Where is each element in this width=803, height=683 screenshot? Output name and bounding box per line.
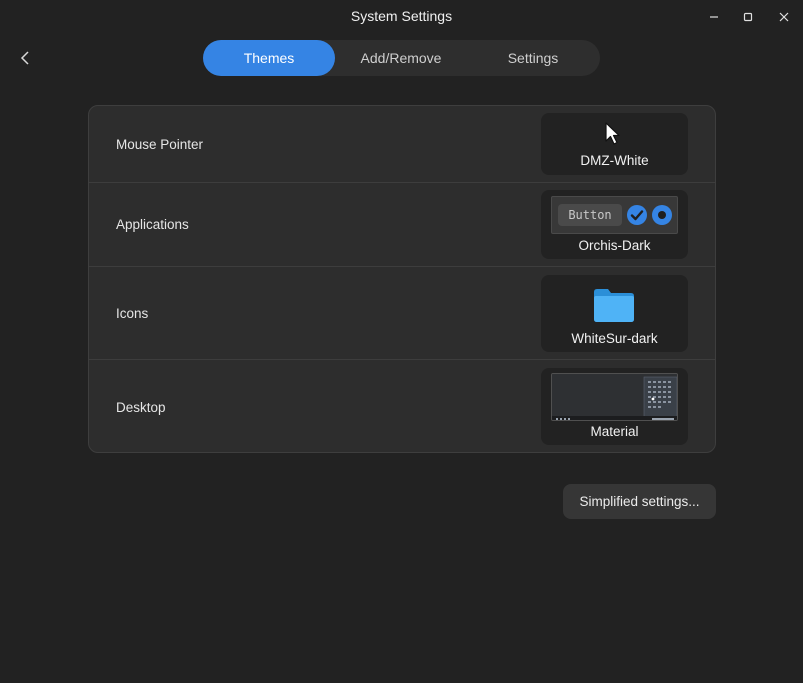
preview-button: Button xyxy=(558,204,622,226)
maximize-icon xyxy=(743,12,753,22)
window-title: System Settings xyxy=(350,8,453,24)
desktop-theme-name: Material xyxy=(590,424,639,439)
minimize-icon xyxy=(710,16,718,18)
desktop-theme-chooser[interactable]: Material xyxy=(541,368,688,445)
row-label: Icons xyxy=(116,306,149,321)
checkbox-checked-icon xyxy=(627,205,647,225)
app-theme-chooser[interactable]: Button Orchis-Dark xyxy=(541,190,688,259)
title-bar: System Settings xyxy=(0,0,803,34)
settings-window: System Settings Themes Add/Remove Settin… xyxy=(0,0,803,683)
maximize-button[interactable] xyxy=(738,7,758,27)
back-button[interactable] xyxy=(14,46,38,70)
tab-settings[interactable]: Settings xyxy=(467,40,599,76)
simplified-settings-button[interactable]: Simplified settings... xyxy=(563,484,716,519)
icon-theme-chooser[interactable]: WhiteSur-dark xyxy=(541,275,688,352)
radio-selected-icon xyxy=(652,205,672,225)
minimize-button[interactable] xyxy=(704,7,724,27)
tab-add-remove[interactable]: Add/Remove xyxy=(335,40,467,76)
folder-icon xyxy=(594,289,634,322)
cursor-theme-name: DMZ-White xyxy=(580,153,649,168)
row-desktop: Desktop Material xyxy=(89,360,715,452)
app-theme-preview: Button xyxy=(551,196,678,234)
chevron-left-icon xyxy=(20,51,29,65)
close-icon xyxy=(779,12,789,22)
desktop-preview-graphic xyxy=(552,374,677,420)
icon-theme-name: WhiteSur-dark xyxy=(571,331,658,346)
themes-list: Mouse Pointer DMZ-White Applications But… xyxy=(88,105,716,453)
row-applications: Applications Button Orchis-Dark xyxy=(89,183,715,267)
cursor-theme-chooser[interactable]: DMZ-White xyxy=(541,113,688,175)
row-label: Mouse Pointer xyxy=(116,137,204,152)
view-switcher: Themes Add/Remove Settings xyxy=(203,40,600,76)
close-button[interactable] xyxy=(774,7,794,27)
row-label: Applications xyxy=(116,217,189,232)
row-mouse-pointer: Mouse Pointer DMZ-White xyxy=(89,106,715,183)
row-label: Desktop xyxy=(116,400,166,415)
app-theme-name: Orchis-Dark xyxy=(578,238,651,253)
desktop-wallpaper-preview xyxy=(551,373,678,421)
cursor-arrow-icon xyxy=(605,122,620,145)
row-icons: Icons WhiteSur-dark xyxy=(89,267,715,360)
tab-themes[interactable]: Themes xyxy=(203,40,335,76)
